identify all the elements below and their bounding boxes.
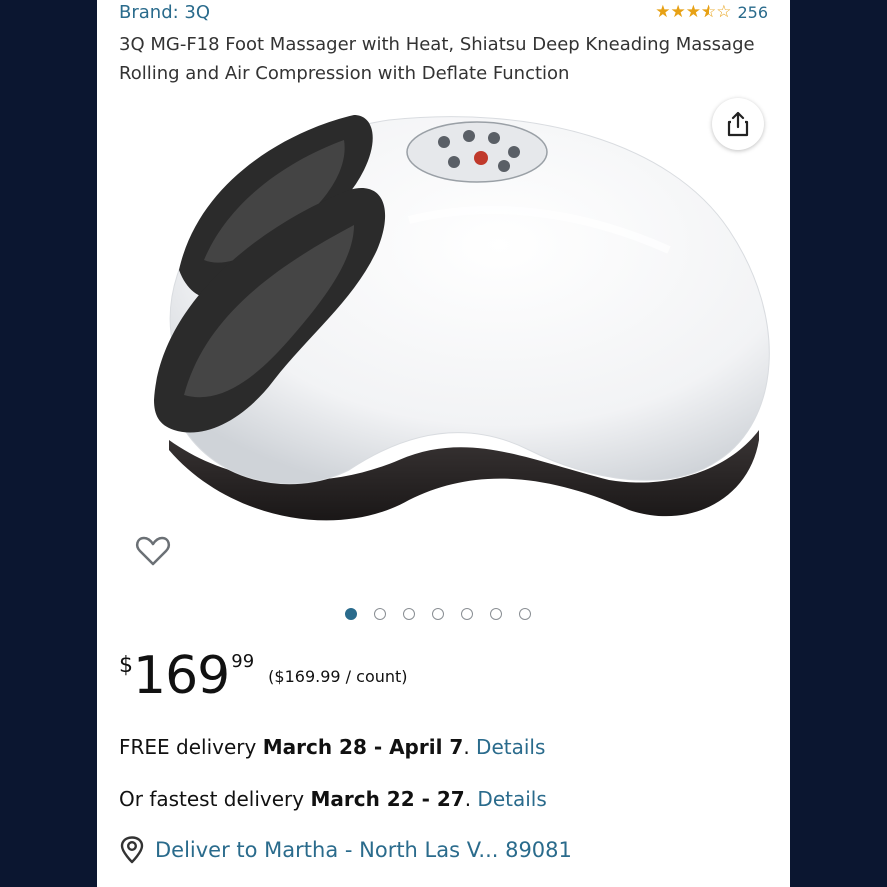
price-currency: $ (119, 653, 133, 678)
free-delivery: FREE delivery March 28 - April 7. Detail… (119, 735, 545, 759)
carousel-dot-5[interactable] (461, 608, 473, 620)
share-button[interactable] (712, 98, 764, 150)
carousel-dot-7[interactable] (519, 608, 531, 620)
rating-count[interactable]: 256 (737, 3, 768, 22)
star-empty-icon: ☆ (716, 2, 732, 22)
carousel-dot-2[interactable] (374, 608, 386, 620)
price: $ 169 99 ($169.99 / count) (119, 645, 408, 707)
product-image[interactable] (109, 100, 779, 560)
fastest-delivery: Or fastest delivery March 22 - 27. Detai… (119, 787, 547, 811)
image-carousel-indicator[interactable] (345, 608, 531, 620)
deliver-to-location[interactable]: Deliver to Martha - North Las V... 89081 (119, 836, 572, 864)
fast-delivery-prefix: Or fastest delivery (119, 787, 311, 811)
carousel-dot-4[interactable] (432, 608, 444, 620)
product-title: 3Q MG-F18 Foot Massager with Heat, Shiat… (119, 34, 755, 84)
location-pin-icon (120, 836, 144, 864)
heart-icon (135, 536, 171, 566)
price-fraction: 99 (231, 651, 255, 672)
star-full-icon: ★ (655, 2, 671, 22)
rating-widget[interactable]: ★ ★ ★ ☆ ★ ☆ 256 (655, 2, 768, 22)
star-half-icon: ☆ ★ (700, 2, 717, 22)
carousel-dot-1[interactable] (345, 608, 357, 620)
free-delivery-suffix: . (463, 735, 477, 759)
control-panel (406, 121, 548, 183)
carousel-dot-6[interactable] (490, 608, 502, 620)
wishlist-button[interactable] (133, 530, 177, 574)
star-full-icon: ★ (685, 2, 701, 22)
share-icon (727, 111, 749, 137)
carousel-dot-3[interactable] (403, 608, 415, 620)
free-delivery-prefix: FREE delivery (119, 735, 263, 759)
deliver-to-text[interactable]: Deliver to Martha - North Las V... 89081 (155, 838, 572, 862)
fast-delivery-details-link[interactable]: Details (477, 787, 546, 811)
product-card: Brand: 3Q ★ ★ ★ ☆ ★ ☆ 256 3Q MG-F18 Foot … (97, 0, 790, 887)
fast-delivery-suffix: . (464, 787, 478, 811)
unit-price: ($169.99 / count) (268, 667, 408, 686)
brand-link[interactable]: Brand: 3Q (119, 2, 210, 23)
price-whole: 169 (133, 646, 230, 706)
free-delivery-details-link[interactable]: Details (476, 735, 545, 759)
free-delivery-dates: March 28 - April 7 (262, 735, 464, 759)
star-full-icon: ★ (670, 2, 686, 22)
star-rating: ★ ★ ★ ☆ ★ ☆ (655, 2, 731, 22)
fast-delivery-dates: March 22 - 27 (310, 787, 465, 811)
